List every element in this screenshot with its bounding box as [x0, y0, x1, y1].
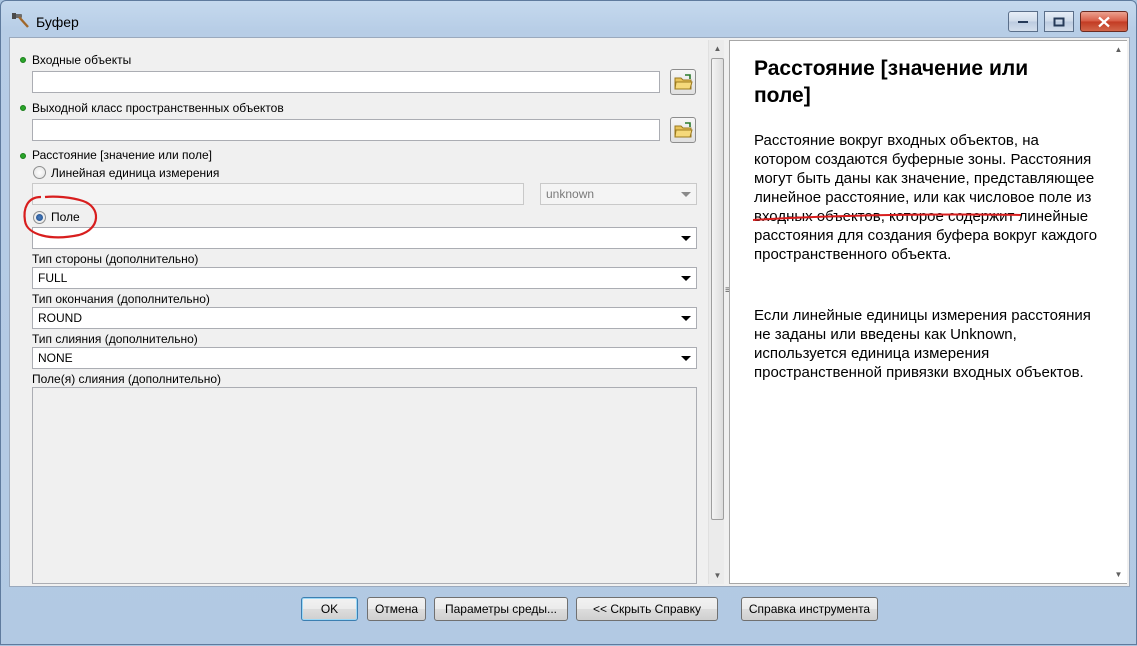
scroll-up-icon[interactable]: ▲ — [1110, 41, 1127, 58]
end-type-value: ROUND — [38, 311, 82, 325]
side-type-value: FULL — [38, 271, 68, 285]
open-folder-icon — [674, 74, 693, 90]
dissolve-fields-list[interactable] — [32, 387, 697, 584]
end-type-select[interactable]: ROUND — [32, 307, 697, 329]
field-select[interactable] — [32, 227, 697, 249]
dissolve-type-label: Тип слияния (дополнительно) — [32, 332, 198, 346]
parameters-scrollbar[interactable]: ▲ ▼ — [708, 40, 725, 584]
ok-button[interactable]: OK — [301, 597, 358, 621]
help-paragraph-1: Расстояние вокруг входных объектов, на к… — [754, 132, 1098, 263]
tool-help-button[interactable]: Справка инструмента — [741, 597, 878, 621]
dialog-client-area: Входные объекты Выходной класс пространс… — [9, 37, 1130, 587]
browse-output-button[interactable] — [670, 117, 696, 143]
output-fc-input[interactable] — [32, 119, 660, 141]
input-features-label: Входные объекты — [32, 53, 132, 67]
cancel-button[interactable]: Отмена — [367, 597, 426, 621]
required-indicator-icon — [20, 105, 26, 111]
distance-label: Расстояние [значение или поле] — [32, 148, 212, 162]
minimize-button[interactable] — [1008, 11, 1038, 32]
maximize-button[interactable] — [1044, 11, 1074, 32]
linear-unit-label: Линейная единица измерения — [51, 166, 220, 180]
help-scrollbar[interactable]: ▲ ▼ — [1110, 41, 1127, 583]
dissolve-fields-label: Поле(я) слияния (дополнительно) — [32, 372, 221, 386]
end-type-label: Тип окончания (дополнительно) — [32, 292, 210, 306]
buffer-dialog: Буфер Входные объекты Выходной класс про… — [0, 0, 1137, 645]
button-bar: OK Отмена Параметры среды... << Скрыть С… — [9, 587, 1130, 639]
chevron-down-icon — [681, 356, 691, 361]
scrollbar-thumb[interactable] — [711, 58, 724, 520]
close-icon — [1098, 16, 1110, 27]
chevron-down-icon — [681, 316, 691, 321]
window-title: Буфер — [36, 14, 79, 30]
help-pane: Расстояние [значение или поле] Расстояни… — [729, 40, 1127, 584]
browse-input-button[interactable] — [670, 69, 696, 95]
output-fc-label: Выходной класс пространственных объектов — [32, 101, 284, 115]
title-bar: Буфер — [1, 1, 1136, 37]
field-label: Поле — [51, 210, 80, 224]
dissolve-type-value: NONE — [38, 351, 73, 365]
maximize-icon — [1053, 17, 1065, 26]
open-folder-icon — [674, 122, 693, 138]
required-indicator-icon — [20, 57, 26, 63]
input-features-input[interactable] — [32, 71, 660, 93]
field-radio[interactable] — [33, 211, 46, 224]
help-paragraph-2: Если линейные единицы измерения расстоян… — [754, 307, 1091, 381]
chevron-down-icon — [681, 276, 691, 281]
side-type-label: Тип стороны (дополнительно) — [32, 252, 199, 266]
minimize-icon — [1018, 20, 1028, 23]
dissolve-type-select[interactable]: NONE — [32, 347, 697, 369]
linear-unit-select-value: unknown — [546, 187, 595, 201]
hammer-icon — [12, 13, 29, 28]
close-button[interactable] — [1080, 11, 1128, 32]
linear-unit-select[interactable]: unknown — [540, 183, 697, 205]
linear-unit-radio[interactable] — [33, 166, 46, 179]
scroll-down-icon[interactable]: ▼ — [1110, 566, 1127, 583]
required-indicator-icon — [20, 153, 26, 159]
environments-button[interactable]: Параметры среды... — [434, 597, 568, 621]
side-type-select[interactable]: FULL — [32, 267, 697, 289]
parameters-pane: Входные объекты Выходной класс пространс… — [12, 40, 725, 584]
chevron-down-icon — [681, 192, 691, 197]
help-title: Расстояние [значение или поле] — [754, 57, 1029, 107]
chevron-down-icon — [681, 236, 691, 241]
linear-unit-input[interactable] — [32, 183, 524, 205]
hide-help-button[interactable]: << Скрыть Справку — [576, 597, 718, 621]
